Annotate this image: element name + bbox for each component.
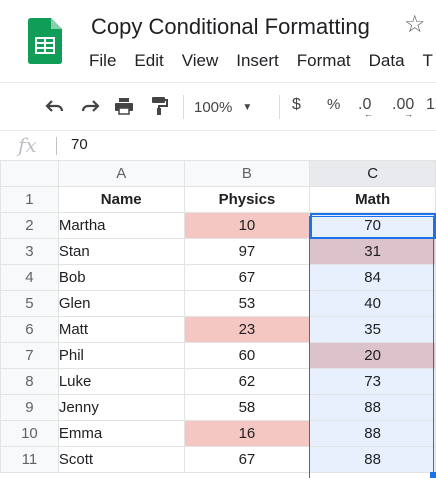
physics-cell[interactable]: 97 <box>183 238 311 265</box>
row-header[interactable]: 11 <box>0 446 59 473</box>
print-icon[interactable] <box>113 95 135 117</box>
menu-data[interactable]: Data <box>369 51 405 73</box>
increase-decimals-button[interactable]: .00 → <box>392 96 414 119</box>
row-header[interactable]: 5 <box>0 290 59 317</box>
star-icon[interactable]: ☆ <box>404 13 426 37</box>
arrow-right-icon: → <box>404 109 413 119</box>
column-header-c[interactable]: C <box>309 160 436 187</box>
formula-bar: fx 70 <box>0 130 436 161</box>
column-header-b[interactable]: B <box>183 160 311 187</box>
table-row: 6 Matt 23 35 <box>0 316 436 343</box>
row-header[interactable]: 10 <box>0 420 59 447</box>
table-row: 5 Glen 53 40 <box>0 290 436 317</box>
chevron-down-icon: ▼ <box>242 101 253 113</box>
fill-handle[interactable] <box>430 472 436 478</box>
name-cell[interactable]: Martha <box>57 212 185 239</box>
name-cell[interactable]: Stan <box>57 238 185 265</box>
spreadsheet-grid: A B C 1 Name Physics Math 2 Martha 10 70… <box>0 160 436 478</box>
undo-icon[interactable] <box>44 95 66 117</box>
column-header-a[interactable]: A <box>57 160 185 187</box>
row-header[interactable]: 6 <box>0 316 59 343</box>
percent-format-button[interactable]: % <box>327 96 340 113</box>
name-cell[interactable]: Scott <box>57 446 185 473</box>
math-cell[interactable]: 88 <box>309 394 436 421</box>
physics-cell[interactable]: 62 <box>183 368 311 395</box>
row-header[interactable]: 2 <box>0 212 59 239</box>
math-cell[interactable]: 20 <box>309 342 436 369</box>
physics-cell[interactable]: 67 <box>183 264 311 291</box>
math-cell[interactable]: 31 <box>309 238 436 265</box>
table-row: 8 Luke 62 73 <box>0 368 436 395</box>
header-cell-math[interactable]: Math <box>309 186 436 213</box>
formula-input[interactable]: 70 <box>71 136 88 153</box>
table-row: 3 Stan 97 31 <box>0 238 436 265</box>
math-cell[interactable]: 88 <box>309 446 436 473</box>
menu-edit[interactable]: Edit <box>134 51 163 73</box>
formula-divider <box>56 137 57 155</box>
physics-cell[interactable]: 58 <box>183 394 311 421</box>
row-header[interactable]: 4 <box>0 264 59 291</box>
sheet-table: A B C 1 Name Physics Math 2 Martha 10 70… <box>0 160 436 473</box>
table-row: 11 Scott 67 88 <box>0 446 436 473</box>
math-cell[interactable]: 88 <box>309 420 436 447</box>
paint-format-icon[interactable] <box>148 95 170 117</box>
math-cell[interactable]: 35 <box>309 316 436 343</box>
physics-cell[interactable]: 16 <box>183 420 311 447</box>
math-cell[interactable]: 84 <box>309 264 436 291</box>
row-header[interactable]: 8 <box>0 368 59 395</box>
header-cell-name[interactable]: Name <box>57 186 185 213</box>
name-cell[interactable]: Luke <box>57 368 185 395</box>
toolbar: 100% ▼ $ % .0 ← .00 → 12 <box>0 83 436 129</box>
physics-cell[interactable]: 10 <box>183 212 311 239</box>
math-cell[interactable]: 40 <box>309 290 436 317</box>
fx-icon: fx <box>18 133 37 157</box>
menu-tools[interactable]: T <box>423 51 433 73</box>
more-formats-button[interactable]: 12 <box>426 96 436 114</box>
select-all-corner[interactable] <box>0 160 59 187</box>
physics-cell[interactable]: 53 <box>183 290 311 317</box>
menu-format[interactable]: Format <box>297 51 351 73</box>
physics-cell[interactable]: 60 <box>183 342 311 369</box>
menu-view[interactable]: View <box>182 51 219 73</box>
row-header[interactable]: 7 <box>0 342 59 369</box>
document-title[interactable]: Copy Conditional Formatting <box>91 14 370 40</box>
math-cell-active[interactable]: 70 <box>309 212 436 239</box>
row-header[interactable]: 3 <box>0 238 59 265</box>
menu-bar: File Edit View Insert Format Data T <box>89 51 433 73</box>
zoom-value: 100% <box>194 98 233 116</box>
header-cell-physics[interactable]: Physics <box>183 186 311 213</box>
table-row: 10 Emma 16 88 <box>0 420 436 447</box>
name-cell[interactable]: Bob <box>57 264 185 291</box>
physics-cell[interactable]: 67 <box>183 446 311 473</box>
physics-cell[interactable]: 23 <box>183 316 311 343</box>
decrease-decimals-button[interactable]: .0 ← <box>358 96 373 119</box>
toolbar-divider <box>183 95 184 119</box>
table-row: 4 Bob 67 84 <box>0 264 436 291</box>
arrow-left-icon: ← <box>364 109 373 119</box>
table-row: 9 Jenny 58 88 <box>0 394 436 421</box>
zoom-select[interactable]: 100% ▼ <box>194 97 266 117</box>
row-header[interactable]: 1 <box>0 186 59 213</box>
name-cell[interactable]: Glen <box>57 290 185 317</box>
name-cell[interactable]: Matt <box>57 316 185 343</box>
name-cell[interactable]: Emma <box>57 420 185 447</box>
sheets-logo-icon[interactable] <box>28 18 62 64</box>
name-cell[interactable]: Jenny <box>57 394 185 421</box>
math-cell[interactable]: 73 <box>309 368 436 395</box>
name-cell[interactable]: Phil <box>57 342 185 369</box>
menu-file[interactable]: File <box>89 51 116 73</box>
currency-format-button[interactable]: $ <box>292 96 301 114</box>
toolbar-divider <box>279 95 280 119</box>
table-row: 2 Martha 10 70 <box>0 212 436 239</box>
redo-icon[interactable] <box>79 95 101 117</box>
row-header[interactable]: 9 <box>0 394 59 421</box>
menu-insert[interactable]: Insert <box>236 51 279 73</box>
table-row: 7 Phil 60 20 <box>0 342 436 369</box>
